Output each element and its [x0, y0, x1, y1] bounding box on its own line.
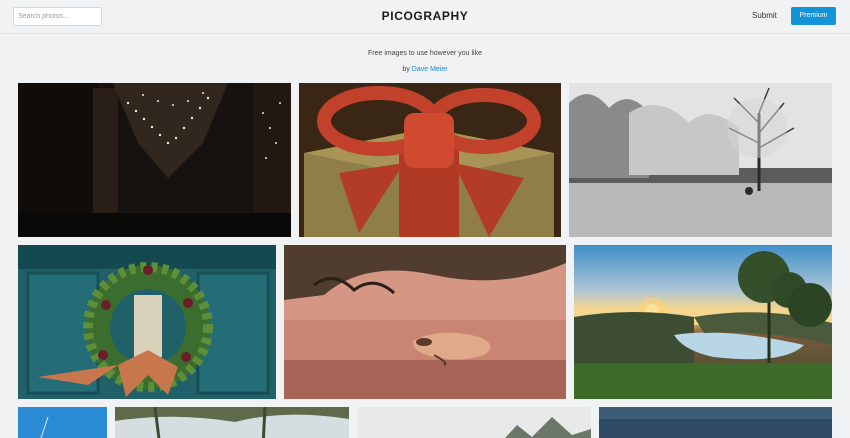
search-input[interactable]: [13, 7, 102, 26]
photo-sunset-valley[interactable]: [574, 245, 832, 399]
photo-gift-bow-image: [299, 83, 561, 237]
byline-prefix: by: [402, 66, 410, 73]
photo-misty-trees[interactable]: [357, 407, 591, 438]
photo-string-lights[interactable]: [18, 83, 291, 237]
photo-snowy-river[interactable]: [569, 83, 832, 237]
photo-string-lights-image: [18, 83, 291, 237]
photo-dark-water[interactable]: [599, 407, 832, 438]
photo-blue-sky[interactable]: [18, 407, 107, 438]
photo-snowy-river-image: [569, 83, 832, 237]
brand-wrapper: PICOGRAPHY: [0, 9, 850, 23]
byline: by Dave Meier: [0, 66, 850, 73]
photo-leaf-water-image: [284, 245, 566, 399]
photo-dark-water-image: [599, 407, 832, 438]
photo-blue-sky-image: [18, 407, 107, 438]
photo-forest-image: [115, 407, 349, 438]
author-link[interactable]: Dave Meier: [412, 66, 448, 73]
photo-misty-trees-image: [357, 407, 591, 438]
photo-wreath-door[interactable]: [18, 245, 276, 399]
premium-button[interactable]: Premium: [791, 7, 836, 25]
photo-sunset-valley-image: [574, 245, 832, 399]
photo-leaf-water[interactable]: [284, 245, 566, 399]
submit-link[interactable]: Submit: [752, 11, 777, 20]
photo-forest[interactable]: [115, 407, 349, 438]
top-bar: PICOGRAPHY Submit Premium: [0, 0, 850, 34]
photo-gift-bow[interactable]: [299, 83, 561, 237]
photo-wreath-door-image: [18, 245, 276, 399]
brand-logo[interactable]: PICOGRAPHY: [382, 9, 469, 23]
tagline: Free images to use however you like: [368, 50, 482, 57]
